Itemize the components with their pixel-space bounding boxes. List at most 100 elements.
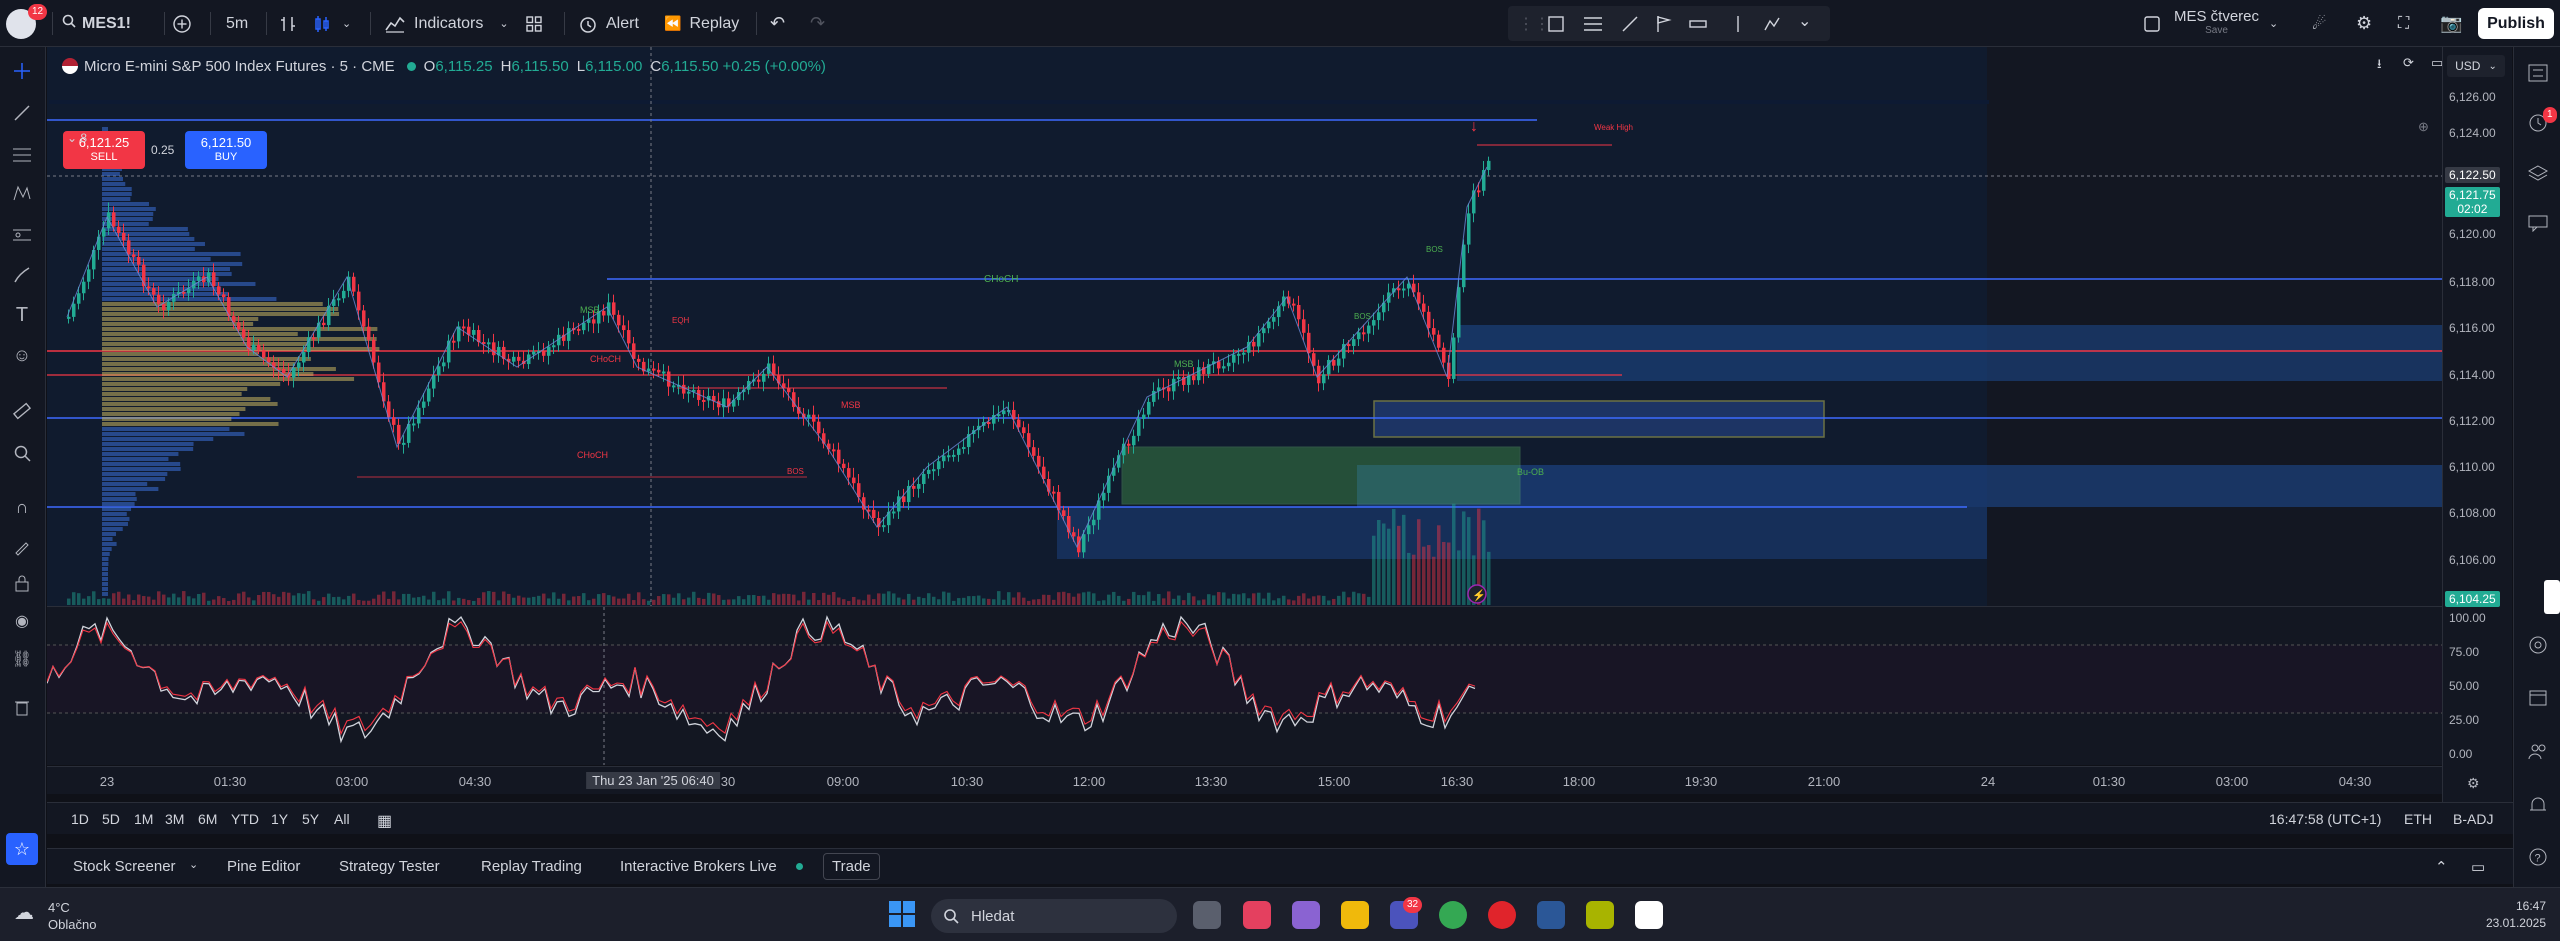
- tab-stock-screener[interactable]: Stock Screener: [73, 858, 176, 875]
- ruler-icon[interactable]: [1688, 14, 1708, 34]
- price-scale[interactable]: USD ⌄ 6,126.00 6,124.00 6,122.50 6,121.7…: [2442, 47, 2512, 807]
- tab-replay-trading[interactable]: Replay Trading: [481, 858, 582, 875]
- candles-button[interactable]: ⌄: [312, 8, 351, 39]
- zoom-tool-icon[interactable]: [8, 439, 36, 467]
- clock-label[interactable]: 16:47:58 (UTC+1): [2269, 811, 2381, 827]
- range-6m[interactable]: 6M: [198, 811, 217, 827]
- chevron-down-icon[interactable]: ⌄: [189, 858, 198, 871]
- redo-button[interactable]: ↷: [810, 8, 825, 39]
- buy-button[interactable]: 6,121.50 BUY: [185, 131, 267, 169]
- fib-tool-icon[interactable]: [8, 141, 36, 169]
- notifications-bell-icon[interactable]: [2524, 791, 2552, 819]
- collapse-panel-icon[interactable]: ⌃: [2435, 858, 2448, 876]
- trash-icon[interactable]: [8, 693, 36, 721]
- range-5y[interactable]: 5Y: [302, 811, 319, 827]
- app-icon[interactable]: [1586, 901, 1614, 929]
- target-icon[interactable]: [2524, 631, 2552, 659]
- tradingview-app-icon[interactable]: [1635, 901, 1663, 929]
- bar-style-button[interactable]: [278, 8, 298, 39]
- task-view-icon[interactable]: [1193, 901, 1221, 929]
- scroll-to-latest-button[interactable]: ⭳: [2377, 55, 2382, 77]
- file-explorer-icon[interactable]: [1341, 901, 1369, 929]
- flag-icon[interactable]: [1654, 14, 1674, 34]
- range-ytd[interactable]: YTD: [231, 811, 259, 827]
- layers-icon[interactable]: [2524, 159, 2552, 187]
- legend-title[interactable]: Micro E-mini S&P 500 Index Futures · 5 ·…: [84, 58, 395, 75]
- snapshot-button[interactable]: 📷: [2440, 8, 2462, 39]
- add-alert-plus-icon[interactable]: ⊕: [2418, 119, 2429, 135]
- range-1d[interactable]: 1D: [71, 811, 89, 827]
- quick-search-button[interactable]: ☄: [2312, 8, 2326, 39]
- opera-icon[interactable]: [1488, 901, 1516, 929]
- tab-strategy-tester[interactable]: Strategy Tester: [339, 858, 440, 875]
- tab-pine-editor[interactable]: Pine Editor: [227, 858, 300, 875]
- lock-icon[interactable]: [8, 569, 36, 597]
- tab-trade[interactable]: Trade: [823, 853, 880, 880]
- settings-button[interactable]: ⚙: [2356, 8, 2372, 39]
- chart-canvas[interactable]: CHoCH MSB MSB MSB CHoCH CHoCH BOS BOS BO…: [47, 47, 2442, 607]
- axis-settings-gear-icon[interactable]: ⚙: [2467, 775, 2480, 792]
- time-axis[interactable]: 23 01:30 03:00 04:30 Thu 23 Jan '25 06:4…: [47, 766, 2442, 794]
- tab-interactive-brokers[interactable]: Interactive Brokers Live: [620, 858, 777, 875]
- chrome-icon[interactable]: [1439, 901, 1467, 929]
- calendar-icon[interactable]: [2524, 683, 2552, 711]
- compare-symbol-button[interactable]: [172, 8, 192, 39]
- range-5d[interactable]: 5D: [102, 811, 120, 827]
- replay-button[interactable]: ⏪ Replay: [664, 8, 739, 39]
- currency-select[interactable]: USD ⌄: [2447, 55, 2505, 77]
- indicators-toggle[interactable]: ⌄ 8: [67, 131, 87, 145]
- weather-widget[interactable]: 4°C Oblačno: [48, 899, 96, 933]
- session-toggle[interactable]: ETH: [2404, 811, 2432, 827]
- crosshair-icon[interactable]: [8, 57, 36, 85]
- favorites-star-icon[interactable]: ☆: [6, 833, 38, 865]
- emoji-tool-icon[interactable]: ☺: [8, 341, 36, 369]
- pattern-tool-icon[interactable]: [8, 179, 36, 207]
- word-icon[interactable]: [1537, 901, 1565, 929]
- stay-drawing-icon[interactable]: [8, 533, 36, 561]
- range-1y[interactable]: 1Y: [271, 811, 288, 827]
- layout-menu[interactable]: MES čtverec Save ⌄: [2142, 8, 2278, 39]
- rectangle-icon[interactable]: [1546, 14, 1566, 34]
- alert-button[interactable]: Alert: [578, 8, 639, 39]
- interval-button[interactable]: 5m: [226, 8, 248, 39]
- help-icon[interactable]: ?: [2524, 843, 2552, 871]
- taskbar-search[interactable]: Hledat: [931, 899, 1177, 933]
- trend-line-tool-icon[interactable]: [8, 99, 36, 127]
- path-icon[interactable]: [1762, 14, 1782, 34]
- windows-start-icon[interactable]: [889, 901, 915, 927]
- side-extension-tab[interactable]: [2544, 580, 2560, 614]
- publish-button[interactable]: Publish: [2478, 8, 2554, 39]
- more-icon[interactable]: ⌄: [1798, 11, 1811, 31]
- taskbar-clock[interactable]: 16:47 23.01.2025: [2476, 898, 2546, 932]
- oscillator-pane[interactable]: [46, 607, 2442, 765]
- magnet-icon[interactable]: ∩: [8, 493, 36, 521]
- undo-button[interactable]: ↶: [770, 8, 785, 39]
- symbol-search[interactable]: MES1!: [62, 8, 131, 39]
- fullscreen-button[interactable]: ⛶: [2398, 8, 2409, 39]
- weather-cloud-icon[interactable]: ☁: [14, 900, 34, 925]
- maximize-pane-button[interactable]: ▭: [2431, 55, 2442, 71]
- trend-line-icon[interactable]: [1620, 14, 1640, 34]
- maximize-panel-icon[interactable]: ▭: [2471, 858, 2485, 876]
- watchlist-icon[interactable]: [2524, 59, 2552, 87]
- layouts-button[interactable]: [524, 8, 544, 39]
- brush-tool-icon[interactable]: [8, 261, 36, 289]
- restore-button[interactable]: ⟳: [2403, 55, 2414, 71]
- instagram-icon[interactable]: [1243, 901, 1271, 929]
- community-icon[interactable]: [2524, 737, 2552, 765]
- adjustment-toggle[interactable]: B-ADJ: [2453, 811, 2493, 827]
- user-menu[interactable]: 12: [6, 4, 48, 39]
- chart-pane[interactable]: CHoCH MSB MSB MSB CHoCH CHoCH BOS BOS BO…: [47, 47, 2442, 607]
- link-icon[interactable]: ⛓: [8, 645, 36, 673]
- eye-icon[interactable]: ◉: [8, 607, 36, 635]
- calendar-icon[interactable]: ▦: [377, 811, 392, 831]
- ruler-tool-icon[interactable]: [8, 397, 36, 425]
- range-3m[interactable]: 3M: [165, 811, 184, 827]
- forecast-tool-icon[interactable]: [8, 221, 36, 249]
- range-1m[interactable]: 1M: [134, 811, 153, 827]
- fib-levels-icon[interactable]: [1582, 14, 1604, 34]
- vertical-line-icon[interactable]: [1728, 14, 1748, 34]
- chat-icon[interactable]: [2524, 209, 2552, 237]
- text-tool-icon[interactable]: T: [8, 301, 36, 329]
- copilot-icon[interactable]: [1292, 901, 1320, 929]
